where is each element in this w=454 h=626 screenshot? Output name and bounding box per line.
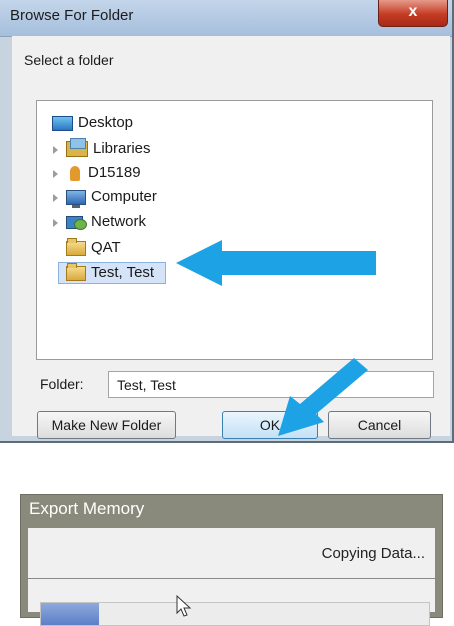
tree-item-label: Libraries — [93, 140, 151, 158]
tree-item-label: Test, Test — [91, 264, 155, 282]
expand-arrow-icon[interactable] — [53, 146, 58, 154]
tree-item-test-test[interactable]: Test, Test — [66, 262, 154, 284]
browse-for-folder-dialog: Browse For Folder x Select a folder Desk… — [0, 0, 454, 443]
progress-bar-fill — [41, 603, 100, 625]
tree-item-label: Desktop — [78, 114, 134, 132]
folder-icon — [66, 237, 86, 256]
network-icon — [66, 215, 87, 230]
computer-icon — [66, 189, 86, 208]
annotation-arrow-left-icon — [176, 240, 376, 286]
dialog-title: Browse For Folder — [10, 7, 134, 24]
export-memory-window: Export Memory Copying Data... — [20, 494, 443, 626]
status-text: Copying Data... — [321, 545, 425, 562]
mouse-pointer-icon — [176, 595, 192, 617]
user-folder-icon — [70, 165, 80, 181]
expand-arrow-icon[interactable] — [53, 194, 58, 202]
progress-bar — [40, 602, 430, 626]
export-memory-body: Copying Data... — [28, 528, 435, 626]
export-memory-title: Export Memory — [29, 499, 145, 518]
libraries-icon — [66, 138, 88, 158]
divider — [28, 578, 435, 579]
tree-item-label: D15189 — [88, 164, 141, 182]
expand-arrow-icon[interactable] — [53, 219, 58, 227]
make-new-folder-button[interactable]: Make New Folder — [37, 411, 176, 439]
tree-item-computer[interactable]: Computer — [53, 186, 157, 208]
tree-item-qat[interactable]: QAT — [66, 237, 121, 259]
tree-item-desktop[interactable]: Desktop — [52, 112, 133, 134]
tree-item-libraries[interactable]: Libraries — [53, 138, 151, 160]
folder-label: Folder: — [40, 376, 84, 392]
tree-item-d15189[interactable]: D15189 — [53, 162, 141, 184]
folder-icon — [66, 262, 86, 281]
tree-item-label: Network — [91, 213, 147, 231]
select-folder-prompt: Select a folder — [24, 52, 114, 68]
tree-item-label: Computer — [91, 188, 157, 206]
expand-arrow-icon[interactable] — [53, 170, 58, 178]
annotation-arrow-diagonal-icon — [278, 358, 368, 436]
desktop-icon — [52, 115, 73, 131]
tree-item-network[interactable]: Network — [53, 211, 147, 233]
tree-item-label: QAT — [91, 239, 121, 257]
close-button[interactable]: x — [378, 0, 448, 27]
